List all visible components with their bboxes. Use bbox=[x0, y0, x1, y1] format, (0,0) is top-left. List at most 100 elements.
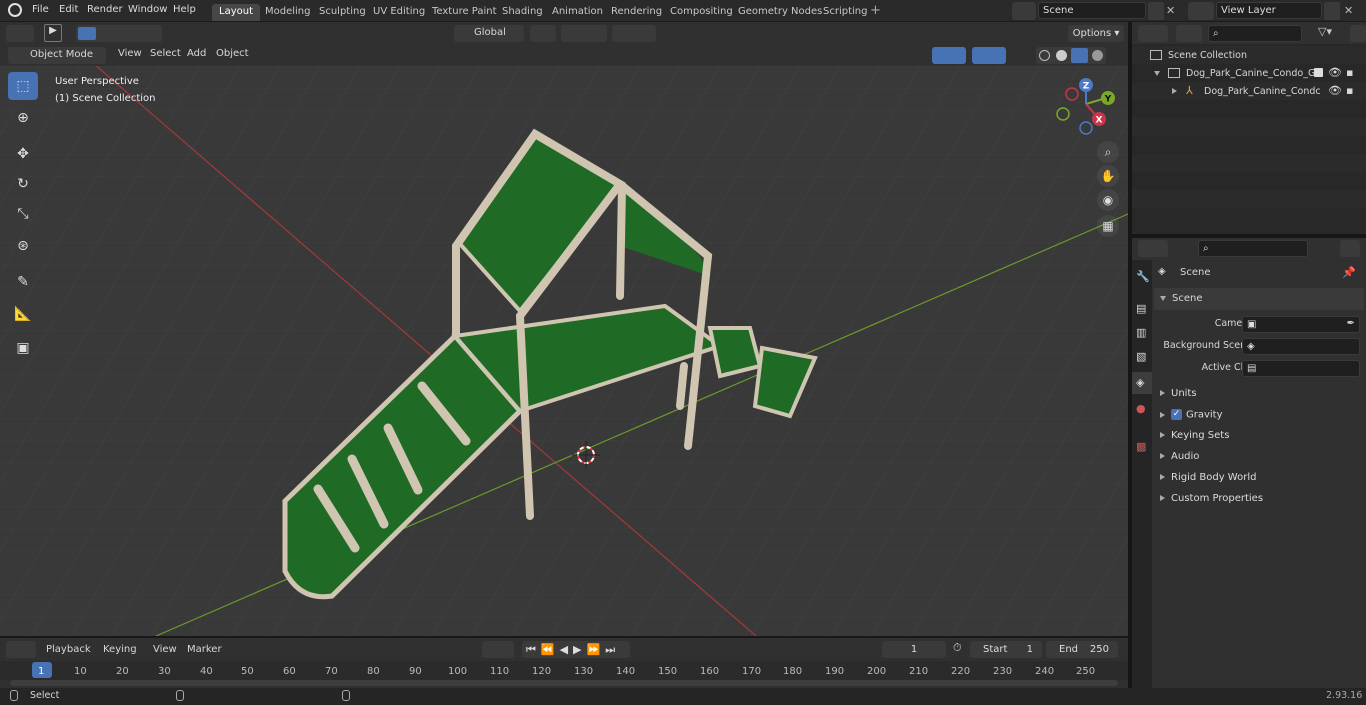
texture-tab-icon[interactable]: ▩ bbox=[1136, 440, 1146, 453]
properties-editor-type-icon[interactable] bbox=[1138, 240, 1168, 257]
menu-window[interactable]: Window bbox=[128, 4, 167, 15]
active-tool-icon[interactable]: ▶ bbox=[44, 24, 62, 42]
new-scene-icon[interactable] bbox=[1148, 2, 1164, 20]
tab-modeling[interactable]: Modeling bbox=[258, 4, 318, 21]
audio-subpanel[interactable]: Audio bbox=[1160, 451, 1199, 462]
new-view-layer-icon[interactable] bbox=[1324, 2, 1340, 20]
cursor-tool-icon[interactable]: ⊕ bbox=[8, 104, 38, 132]
menu-file[interactable]: File bbox=[32, 4, 49, 15]
scene-tab-icon[interactable]: ◈ bbox=[1132, 372, 1152, 394]
output-tab-icon[interactable]: ▥ bbox=[1136, 326, 1146, 339]
menu-select[interactable]: Select bbox=[150, 48, 181, 59]
delete-scene-icon[interactable]: ✕ bbox=[1166, 4, 1178, 18]
outliner-search-input[interactable]: ⌕ bbox=[1208, 25, 1302, 42]
tool-tab-icon[interactable]: 🔧 bbox=[1136, 270, 1150, 283]
gravity-checkbox[interactable]: ✓ bbox=[1171, 409, 1182, 420]
outliner-editor-type-icon[interactable] bbox=[1138, 25, 1168, 42]
properties-options-icon[interactable] bbox=[1340, 240, 1360, 257]
editor-type-icon[interactable] bbox=[6, 25, 34, 42]
select-new-icon[interactable] bbox=[78, 27, 96, 40]
menu-keying[interactable]: Keying bbox=[103, 644, 137, 655]
filter-icon[interactable]: ▽▾ bbox=[1318, 25, 1344, 42]
eye-icon[interactable]: 👁 bbox=[1328, 84, 1342, 97]
eyedropper-icon[interactable]: ✒ bbox=[1347, 318, 1355, 329]
auto-keying-icon[interactable] bbox=[482, 641, 514, 658]
view-layer-selector-icon[interactable] bbox=[1188, 2, 1214, 20]
timeline-scrollbar[interactable] bbox=[10, 680, 1118, 686]
rotate-tool-icon[interactable]: ↻ bbox=[8, 170, 38, 198]
gizmo-toggle-icon[interactable] bbox=[932, 47, 966, 64]
tab-shading[interactable]: Shading bbox=[495, 4, 550, 21]
menu-marker[interactable]: Marker bbox=[187, 644, 222, 655]
scale-tool-icon[interactable]: ⤡ bbox=[8, 200, 38, 228]
view-layer-field[interactable]: View Layer bbox=[1216, 2, 1322, 19]
solid-shading-icon[interactable] bbox=[1056, 50, 1067, 61]
overlay-toggle-icon[interactable] bbox=[972, 47, 1006, 64]
mode-dropdown[interactable]: Object Mode bbox=[8, 47, 106, 64]
tab-rendering[interactable]: Rendering bbox=[604, 4, 669, 21]
pan-hand-icon[interactable]: ✋ bbox=[1097, 165, 1119, 187]
proportional-edit-icon[interactable] bbox=[612, 25, 656, 42]
tab-animation[interactable]: Animation bbox=[545, 4, 610, 21]
view-layer-tab-icon[interactable]: ▧ bbox=[1136, 350, 1146, 363]
annotate-tool-icon[interactable]: ✎ bbox=[8, 268, 38, 296]
delete-view-layer-icon[interactable]: ✕ bbox=[1344, 4, 1356, 18]
add-cube-tool-icon[interactable]: ▣ bbox=[8, 334, 38, 362]
eye-icon[interactable]: 👁 bbox=[1328, 66, 1342, 79]
3d-viewport[interactable]: Z Y X User Perspective (1) Scene Collect… bbox=[0, 66, 1128, 636]
wireframe-shading-icon[interactable] bbox=[1039, 50, 1050, 61]
material-shading-icon[interactable] bbox=[1071, 48, 1088, 63]
scene-name-field[interactable]: Scene bbox=[1038, 2, 1146, 19]
outliner-row-root[interactable]: Scene Collection bbox=[1132, 46, 1366, 64]
rigid-body-world-subpanel[interactable]: Rigid Body World bbox=[1160, 472, 1256, 483]
pin-icon[interactable]: 📌 bbox=[1342, 266, 1356, 279]
display-mode-icon[interactable] bbox=[1176, 25, 1202, 42]
measure-tool-icon[interactable]: 📐 bbox=[8, 300, 38, 328]
exclude-checkbox[interactable] bbox=[1314, 68, 1323, 77]
current-frame-field[interactable]: 1 bbox=[882, 641, 946, 658]
world-tab-icon[interactable]: ● bbox=[1136, 402, 1146, 415]
camera-field[interactable]: ▣ ✒ bbox=[1242, 316, 1360, 333]
snap-icon[interactable] bbox=[561, 25, 607, 42]
start-frame-field[interactable]: Start 1 bbox=[970, 641, 1042, 658]
menu-render[interactable]: Render bbox=[87, 4, 123, 15]
pivot-point-icon[interactable] bbox=[530, 25, 556, 42]
tab-texture-paint[interactable]: Texture Paint bbox=[425, 4, 504, 21]
menu-object[interactable]: Object bbox=[216, 48, 249, 59]
menu-help[interactable]: Help bbox=[173, 4, 196, 15]
options-button[interactable]: Options ▾ bbox=[1068, 25, 1124, 42]
units-subpanel[interactable]: Units bbox=[1160, 388, 1197, 399]
ortho-grid-icon[interactable]: ▦ bbox=[1097, 215, 1119, 237]
menu-view[interactable]: View bbox=[118, 48, 142, 59]
expand-icon[interactable] bbox=[1172, 88, 1177, 94]
camera-icon[interactable]: ▪ bbox=[1346, 84, 1353, 97]
tab-geometry-nodes[interactable]: Geometry Nodes bbox=[731, 4, 829, 21]
background-scene-field[interactable]: ◈ bbox=[1242, 338, 1360, 355]
expand-icon[interactable] bbox=[1154, 71, 1160, 79]
tab-sculpting[interactable]: Sculpting bbox=[312, 4, 373, 21]
properties-search-input[interactable]: ⌕ bbox=[1198, 240, 1308, 257]
camera-icon[interactable]: ▪ bbox=[1346, 66, 1353, 79]
menu-timeline-view[interactable]: View bbox=[153, 644, 177, 655]
shading-mode-buttons[interactable] bbox=[1036, 47, 1106, 64]
move-tool-icon[interactable]: ✥ bbox=[8, 140, 38, 168]
tab-layout[interactable]: Layout bbox=[212, 4, 260, 21]
outliner-row-1[interactable]: ⅄ Dog_Park_Canine_Condc 👁 ▪ bbox=[1132, 82, 1366, 100]
active-clip-field[interactable]: ▤ bbox=[1242, 360, 1360, 377]
camera-view-icon[interactable]: ◉ bbox=[1097, 189, 1119, 211]
gravity-subpanel[interactable]: ✓ Gravity bbox=[1160, 409, 1223, 421]
new-collection-icon[interactable] bbox=[1350, 25, 1366, 42]
keying-sets-subpanel[interactable]: Keying Sets bbox=[1160, 430, 1229, 441]
timeline-editor-type-icon[interactable] bbox=[6, 641, 36, 658]
end-frame-field[interactable]: End 250 bbox=[1046, 641, 1118, 658]
menu-edit[interactable]: Edit bbox=[59, 4, 78, 15]
rendered-shading-icon[interactable] bbox=[1092, 50, 1103, 61]
render-tab-icon[interactable]: ▤ bbox=[1136, 302, 1146, 315]
zoom-icon[interactable]: ⌕ bbox=[1097, 141, 1119, 163]
menu-playback[interactable]: Playback bbox=[46, 644, 91, 655]
tab-uv-editing[interactable]: UV Editing bbox=[366, 4, 432, 21]
stopwatch-icon[interactable]: ⏱ bbox=[953, 641, 967, 658]
menu-add[interactable]: Add bbox=[187, 48, 206, 59]
transform-tool-icon[interactable]: ⊛ bbox=[8, 232, 38, 260]
tab-compositing[interactable]: Compositing bbox=[663, 4, 740, 21]
